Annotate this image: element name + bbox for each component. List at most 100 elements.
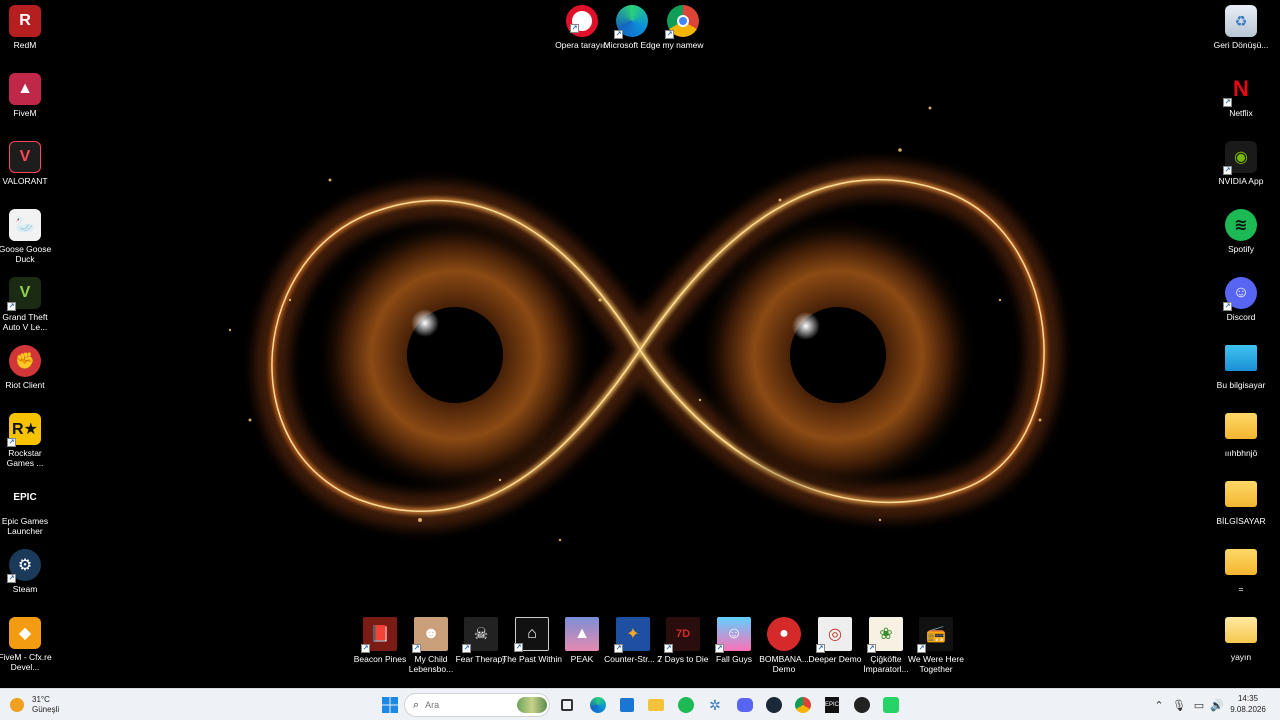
beacon-pines-icon: 📕 ↗: [361, 617, 397, 653]
desktop-icon-this-pc[interactable]: Bu bilgisayar: [1215, 345, 1267, 390]
desktop-icon-folder-4[interactable]: yayın: [1215, 617, 1267, 662]
desktop-icon-edge[interactable]: ↗ Microsoft Edge: [604, 5, 660, 50]
folder-icon: [1225, 481, 1257, 507]
shortcut-arrow-icon: ↗: [7, 302, 16, 311]
desktop-icon-counter-strike[interactable]: ✦ ↗ Counter-Str... 2: [604, 617, 662, 664]
netflix-icon: N ↗: [1223, 73, 1257, 107]
gear-icon: ✲: [709, 696, 721, 713]
store-icon: [620, 698, 634, 712]
desktop-icon-fall-guys[interactable]: ☺ ↗ Fall Guys: [708, 617, 760, 664]
spotify-icon: ≋: [1225, 209, 1257, 241]
desktop-icon-label: Goose Goose Duck: [0, 244, 52, 264]
shortcut-arrow-icon: ↗: [1223, 98, 1232, 107]
shortcut-arrow-icon: ↗: [514, 643, 523, 652]
desktop-icon-steam[interactable]: ⚙ ↗ Steam: [0, 549, 51, 594]
taskbar-steam[interactable]: [762, 693, 786, 717]
taskbar-epic[interactable]: EPIC: [820, 693, 844, 717]
weather-widget[interactable]: 31°C Güneşli: [10, 693, 59, 717]
clock[interactable]: 14:35 9.08.2026: [1228, 693, 1268, 715]
desktop-icon-label: =: [1238, 584, 1244, 594]
taskbar-whatsapp[interactable]: [879, 693, 903, 717]
desktop-icon-riot-client[interactable]: ✊ Riot Client: [0, 345, 51, 390]
desktop-icon-deeper-demo[interactable]: ◎ ↗ Deeper Demo: [809, 617, 861, 664]
desktop-icon-goose-goose-duck[interactable]: 🦢 Goose Goose Duck: [0, 209, 51, 264]
desktop-icon-fivem-dev[interactable]: ◆ FiveM - Cfx.re Devel...: [0, 617, 52, 672]
desktop-icon-redm[interactable]: R RedM: [0, 5, 51, 50]
shortcut-arrow-icon: ↗: [867, 644, 876, 653]
sun-icon: [10, 698, 24, 712]
taskbar: 31°C Güneşli ⌕ ✲: [0, 688, 1280, 720]
shortcut-arrow-icon: ↗: [1223, 166, 1232, 175]
desktop-icon-label: Epic Games Launcher: [1, 516, 49, 536]
desktop-icon-recycle-bin[interactable]: ♻ Geri Dönüşü...: [1214, 5, 1268, 50]
desktop-icon-folder-1[interactable]: ıııhbhnjö: [1215, 413, 1267, 458]
desktop-icon-netflix[interactable]: N ↗ Netflix: [1215, 73, 1267, 118]
desktop-icon-we-were-here[interactable]: 📻 ↗ We Were Here Together: [908, 617, 964, 674]
desktop-icon-label: BİLGİSAYAR: [1216, 516, 1266, 526]
desktop-icon-label: Steam: [12, 584, 38, 594]
desktop-icon-label: RedM: [13, 40, 37, 50]
microphone-button[interactable]: 🎙: [1171, 697, 1187, 713]
desktop-icon-epic-games[interactable]: EPIC Epic Games Launcher: [0, 481, 51, 536]
desktop-icon-nvidia[interactable]: ◉ ↗ NVIDIA App: [1215, 141, 1267, 186]
seven-days-icon: 7D ↗: [664, 617, 700, 653]
desktop-icon-fear-therapy[interactable]: ☠ ↗ Fear Therapy: [455, 617, 507, 664]
desktop-icon-label: yayın: [1230, 652, 1252, 662]
desktop-icon-fivem[interactable]: ▲ FiveM: [0, 73, 51, 118]
desktop-icon-my-child[interactable]: ☻ ↗ My Child Lebensbo...: [405, 617, 457, 674]
desktop-icon-cigkofte[interactable]: ❀ ↗ Çiğköfte İmparatorl...: [860, 617, 912, 674]
shortcut-arrow-icon: ↗: [614, 30, 623, 39]
redm-icon: R: [9, 5, 41, 37]
search-input[interactable]: [425, 700, 506, 710]
desktop-icon-beacon-pines[interactable]: 📕 ↗ Beacon Pines: [354, 617, 406, 664]
network-button[interactable]: ▭: [1191, 697, 1207, 713]
taskbar-spotify[interactable]: [674, 693, 698, 717]
chrome-icon: [795, 697, 811, 713]
desktop-icon-gta[interactable]: V ↗ Grand Theft Auto V Le...: [0, 277, 51, 332]
task-view-icon: [561, 699, 573, 711]
obs-icon: [854, 697, 870, 713]
taskbar-obs[interactable]: [850, 693, 874, 717]
desktop-icon-opera[interactable]: ↗ Opera tarayıcı: [555, 5, 609, 50]
desktop-icon-spotify[interactable]: ≋ Spotify: [1215, 209, 1267, 254]
chevron-up-icon: ⌃: [1154, 699, 1164, 712]
taskbar-discord[interactable]: [733, 693, 757, 717]
taskbar-search[interactable]: ⌕: [404, 693, 550, 717]
desktop-icon-folder-3[interactable]: =: [1215, 549, 1267, 594]
fall-guys-icon: ☺ ↗: [715, 617, 751, 653]
task-view-button[interactable]: [555, 693, 579, 717]
desktop-wallpaper: [0, 0, 1280, 688]
desktop-icon-folder-2[interactable]: BİLGİSAYAR: [1215, 481, 1267, 526]
taskbar-edge[interactable]: [586, 693, 610, 717]
taskbar-chrome[interactable]: [791, 693, 815, 717]
desktop-icon-label: Rockstar Games ...: [6, 448, 44, 468]
desktop-icon-peak[interactable]: ▲ PEAK: [556, 617, 608, 664]
desktop-icon-past-within[interactable]: ⌂ ↗ The Past Within: [502, 617, 562, 664]
desktop-icon-discord[interactable]: ☺ ↗ Discord: [1215, 277, 1267, 322]
peak-icon: ▲: [565, 617, 599, 651]
shortcut-arrow-icon: ↗: [412, 644, 421, 653]
edge-icon: ↗: [614, 5, 648, 39]
deeper-icon: ◎ ↗: [816, 617, 852, 653]
chrome-icon: ↗: [665, 5, 699, 39]
past-within-icon: ⌂ ↗: [514, 617, 549, 652]
desktop-icon-label: Netflix: [1229, 108, 1253, 118]
desktop-icon-chrome[interactable]: ↗ my namew: [657, 5, 709, 50]
show-hidden-icons-button[interactable]: ⌃: [1151, 697, 1167, 713]
shortcut-arrow-icon: ↗: [7, 438, 16, 447]
desktop-icon-rockstar[interactable]: R★ ↗ Rockstar Games ...: [0, 413, 51, 468]
desktop-icon-7-days-to-die[interactable]: 7D ↗ 7 Days to Die: [657, 617, 709, 664]
shortcut-arrow-icon: ↗: [664, 644, 673, 653]
desktop-icon-valorant[interactable]: V VALORANT: [0, 141, 51, 186]
start-button[interactable]: [378, 693, 402, 717]
windows-logo-icon: [382, 697, 398, 713]
desktop-icon-label: my namew: [662, 40, 704, 50]
taskbar-file-explorer[interactable]: [644, 693, 668, 717]
desktop-icon-label: We Were Here Together: [908, 654, 964, 674]
desktop-icon-label: Riot Client: [5, 380, 45, 390]
taskbar-store[interactable]: [615, 693, 639, 717]
shortcut-arrow-icon: ↗: [7, 574, 16, 583]
desktop-icon-bombana[interactable]: ● BOMBANA... Demo: [758, 617, 810, 674]
volume-button[interactable]: 🔊: [1209, 697, 1225, 713]
taskbar-app-settings[interactable]: ✲: [703, 693, 727, 717]
